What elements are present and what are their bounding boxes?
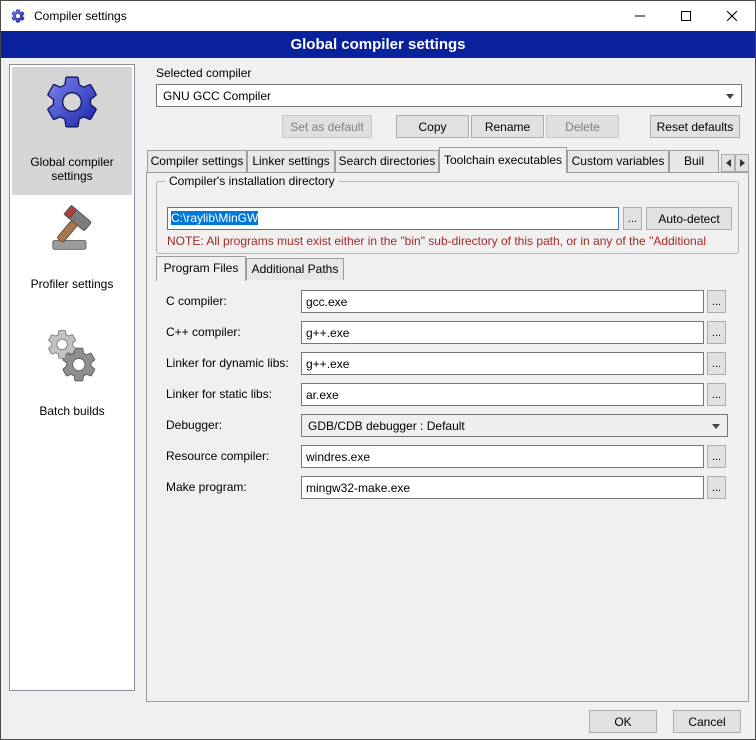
arrow-left-icon <box>726 159 731 167</box>
field-label: Make program: <box>166 480 247 494</box>
form-row-cpp-compiler: C++ compiler: g++.exe ... <box>166 321 728 344</box>
titlebar: Compiler settings <box>1 1 755 31</box>
form-row-c-compiler: C compiler: gcc.exe ... <box>166 290 728 313</box>
tab-toolchain-executables[interactable]: Toolchain executables <box>439 147 567 173</box>
rename-button[interactable]: Rename <box>471 115 544 138</box>
installation-directory-group: Compiler's installation directory C:\ray… <box>156 181 739 254</box>
tab-search-directories[interactable]: Search directories <box>335 150 439 172</box>
auto-detect-button[interactable]: Auto-detect <box>646 207 732 230</box>
settings-sidebar: Global compiler settings Profiler settin… <box>9 64 135 691</box>
ok-button[interactable]: OK <box>589 710 657 733</box>
dynamic-linker-input[interactable]: g++.exe <box>301 352 704 375</box>
selected-compiler-label: Selected compiler <box>156 66 251 80</box>
note-text: NOTE: All programs must exist either in … <box>167 234 733 248</box>
browse-button[interactable]: ... <box>707 383 726 406</box>
field-label: Linker for static libs: <box>166 387 272 401</box>
sidebar-item-profiler-settings[interactable]: Profiler settings <box>12 195 132 291</box>
installation-directory-input[interactable]: C:\raylib\MinGW <box>167 207 619 230</box>
compiler-settings-window: Compiler settings Global compiler settin… <box>0 0 756 740</box>
blue-gear-icon <box>41 71 103 133</box>
page-title: Global compiler settings <box>1 31 755 58</box>
debugger-dropdown[interactable]: GDB/CDB debugger : Default <box>301 414 728 437</box>
installation-directory-value: C:\raylib\MinGW <box>171 211 258 225</box>
arrow-right-icon <box>740 159 745 167</box>
browse-button[interactable]: ... <box>707 321 726 344</box>
form-row-resource-compiler: Resource compiler: windres.exe ... <box>166 445 728 468</box>
app-icon <box>10 8 26 24</box>
sidebar-item-batch-builds[interactable]: Batch builds <box>12 320 132 418</box>
tab-scroll-left-button[interactable] <box>721 154 735 172</box>
static-linker-input[interactable]: ar.exe <box>301 383 704 406</box>
field-label: Linker for dynamic libs: <box>166 356 289 370</box>
form-row-dynamic-linker: Linker for dynamic libs: g++.exe ... <box>166 352 728 375</box>
close-icon <box>727 11 737 21</box>
tab-build-options-truncated[interactable]: Buil <box>669 150 719 172</box>
reset-defaults-button[interactable]: Reset defaults <box>650 115 740 138</box>
selected-compiler-value: GNU GCC Compiler <box>163 89 271 103</box>
browse-button[interactable]: ... <box>707 476 726 499</box>
copy-button[interactable]: Copy <box>396 115 469 138</box>
selected-compiler-dropdown[interactable]: GNU GCC Compiler <box>156 84 742 107</box>
maximize-button[interactable] <box>663 1 709 31</box>
field-label: C compiler: <box>166 294 227 308</box>
resource-compiler-input[interactable]: windres.exe <box>301 445 704 468</box>
subtab-additional-paths[interactable]: Additional Paths <box>246 258 344 280</box>
group-title: Compiler's installation directory <box>165 174 339 188</box>
tab-linker-settings[interactable]: Linker settings <box>247 150 335 172</box>
field-label: C++ compiler: <box>166 325 241 339</box>
gray-gears-icon <box>43 327 101 385</box>
c-compiler-input[interactable]: gcc.exe <box>301 290 704 313</box>
minimize-button[interactable] <box>617 1 663 31</box>
form-row-debugger: Debugger: GDB/CDB debugger : Default <box>166 414 728 437</box>
tab-scroll-right-button[interactable] <box>735 154 749 172</box>
make-program-input[interactable]: mingw32-make.exe <box>301 476 704 499</box>
sidebar-item-label: Batch builds <box>12 404 132 418</box>
set-as-default-button[interactable]: Set as default <box>282 115 372 138</box>
browse-button[interactable]: ... <box>707 290 726 313</box>
dialog-body: Global compiler settings Profiler settin… <box>1 58 755 740</box>
window-title: Compiler settings <box>34 9 617 23</box>
cpp-compiler-input[interactable]: g++.exe <box>301 321 704 344</box>
maximize-icon <box>681 11 691 21</box>
browse-directory-button[interactable]: ... <box>623 207 642 230</box>
tab-compiler-settings[interactable]: Compiler settings <box>147 150 247 172</box>
browse-button[interactable]: ... <box>707 445 726 468</box>
sidebar-item-global-compiler-settings[interactable]: Global compiler settings <box>12 67 132 195</box>
chevron-down-icon <box>726 94 734 99</box>
chevron-down-icon <box>712 424 720 429</box>
field-label: Resource compiler: <box>166 449 269 463</box>
sidebar-item-label: Profiler settings <box>12 277 132 291</box>
debugger-value: GDB/CDB debugger : Default <box>308 419 465 433</box>
form-row-make-program: Make program: mingw32-make.exe ... <box>166 476 728 499</box>
close-button[interactable] <box>709 1 755 31</box>
browse-button[interactable]: ... <box>707 352 726 375</box>
form-row-static-linker: Linker for static libs: ar.exe ... <box>166 383 728 406</box>
field-label: Debugger: <box>166 418 222 432</box>
tab-custom-variables[interactable]: Custom variables <box>567 150 669 172</box>
minimize-icon <box>635 11 645 21</box>
cancel-button[interactable]: Cancel <box>673 710 741 733</box>
sidebar-item-label: Global compiler settings <box>12 155 132 183</box>
subtab-program-files[interactable]: Program Files <box>156 256 246 281</box>
profiler-tool-icon <box>44 202 100 258</box>
delete-button[interactable]: Delete <box>546 115 619 138</box>
